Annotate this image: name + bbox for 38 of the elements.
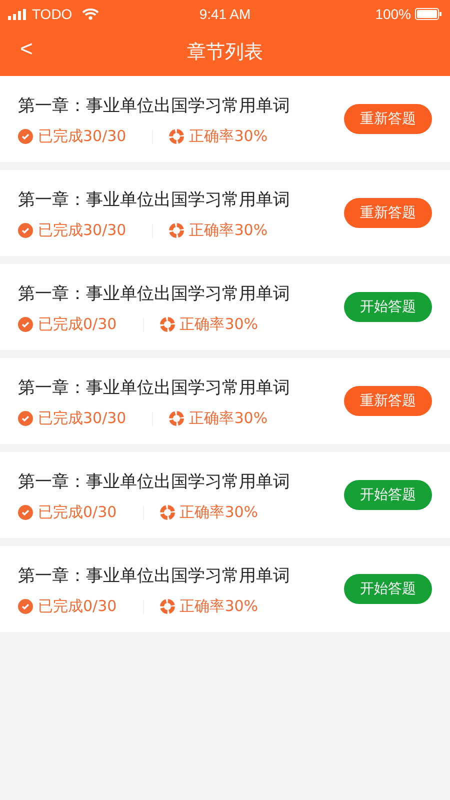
- accuracy-rate: 正确率30%: [189, 127, 268, 146]
- battery-icon: [415, 8, 442, 20]
- accuracy-rate: 正确率30%: [180, 315, 258, 334]
- completed-count: 已完成30/30: [38, 221, 126, 240]
- check-icon: [18, 129, 33, 144]
- accuracy-rate: 正确率30%: [180, 503, 258, 522]
- check-icon: [18, 599, 33, 614]
- completed-count: 已完成30/30: [38, 409, 126, 428]
- chapter-title: 第一章：事业单位出国学习常用单词: [18, 95, 291, 117]
- chapter-title: 第一章：事业单位出国学习常用单词: [18, 471, 291, 493]
- chapter-title: 第一章：事业单位出国学习常用单词: [18, 283, 291, 305]
- accuracy-rate: 正确率30%: [180, 597, 258, 616]
- answer-button[interactable]: 开始答题: [344, 574, 432, 604]
- answer-button[interactable]: 重新答题: [344, 386, 432, 416]
- carrier-name: TODO: [32, 6, 72, 22]
- check-icon: [18, 505, 33, 520]
- signal-icon: [8, 8, 28, 20]
- answer-button[interactable]: 开始答题: [344, 292, 432, 322]
- check-icon: [18, 317, 33, 332]
- status-time: 9:41 AM: [199, 6, 251, 22]
- answer-button[interactable]: 重新答题: [344, 104, 432, 134]
- completed-count: 已完成0/30: [38, 597, 117, 616]
- back-button[interactable]: <: [16, 36, 37, 62]
- accuracy-rate: 正确率30%: [189, 409, 268, 428]
- page-title: 章节列表: [187, 40, 263, 65]
- completed-count: 已完成30/30: [38, 127, 126, 146]
- answer-button[interactable]: 重新答题: [344, 198, 432, 228]
- battery-level: 100%: [375, 6, 411, 22]
- chapter-title: 第一章：事业单位出国学习常用单词: [18, 565, 291, 587]
- completed-count: 已完成0/30: [38, 503, 117, 522]
- check-icon: [18, 411, 33, 426]
- chapter-title: 第一章：事业单位出国学习常用单词: [18, 377, 291, 399]
- accuracy-rate: 正确率30%: [189, 221, 268, 240]
- check-icon: [18, 223, 33, 238]
- wifi-icon: [82, 8, 100, 20]
- answer-button[interactable]: 开始答题: [344, 480, 432, 510]
- chapter-title: 第一章：事业单位出国学习常用单词: [18, 189, 291, 211]
- completed-count: 已完成0/30: [38, 315, 117, 334]
